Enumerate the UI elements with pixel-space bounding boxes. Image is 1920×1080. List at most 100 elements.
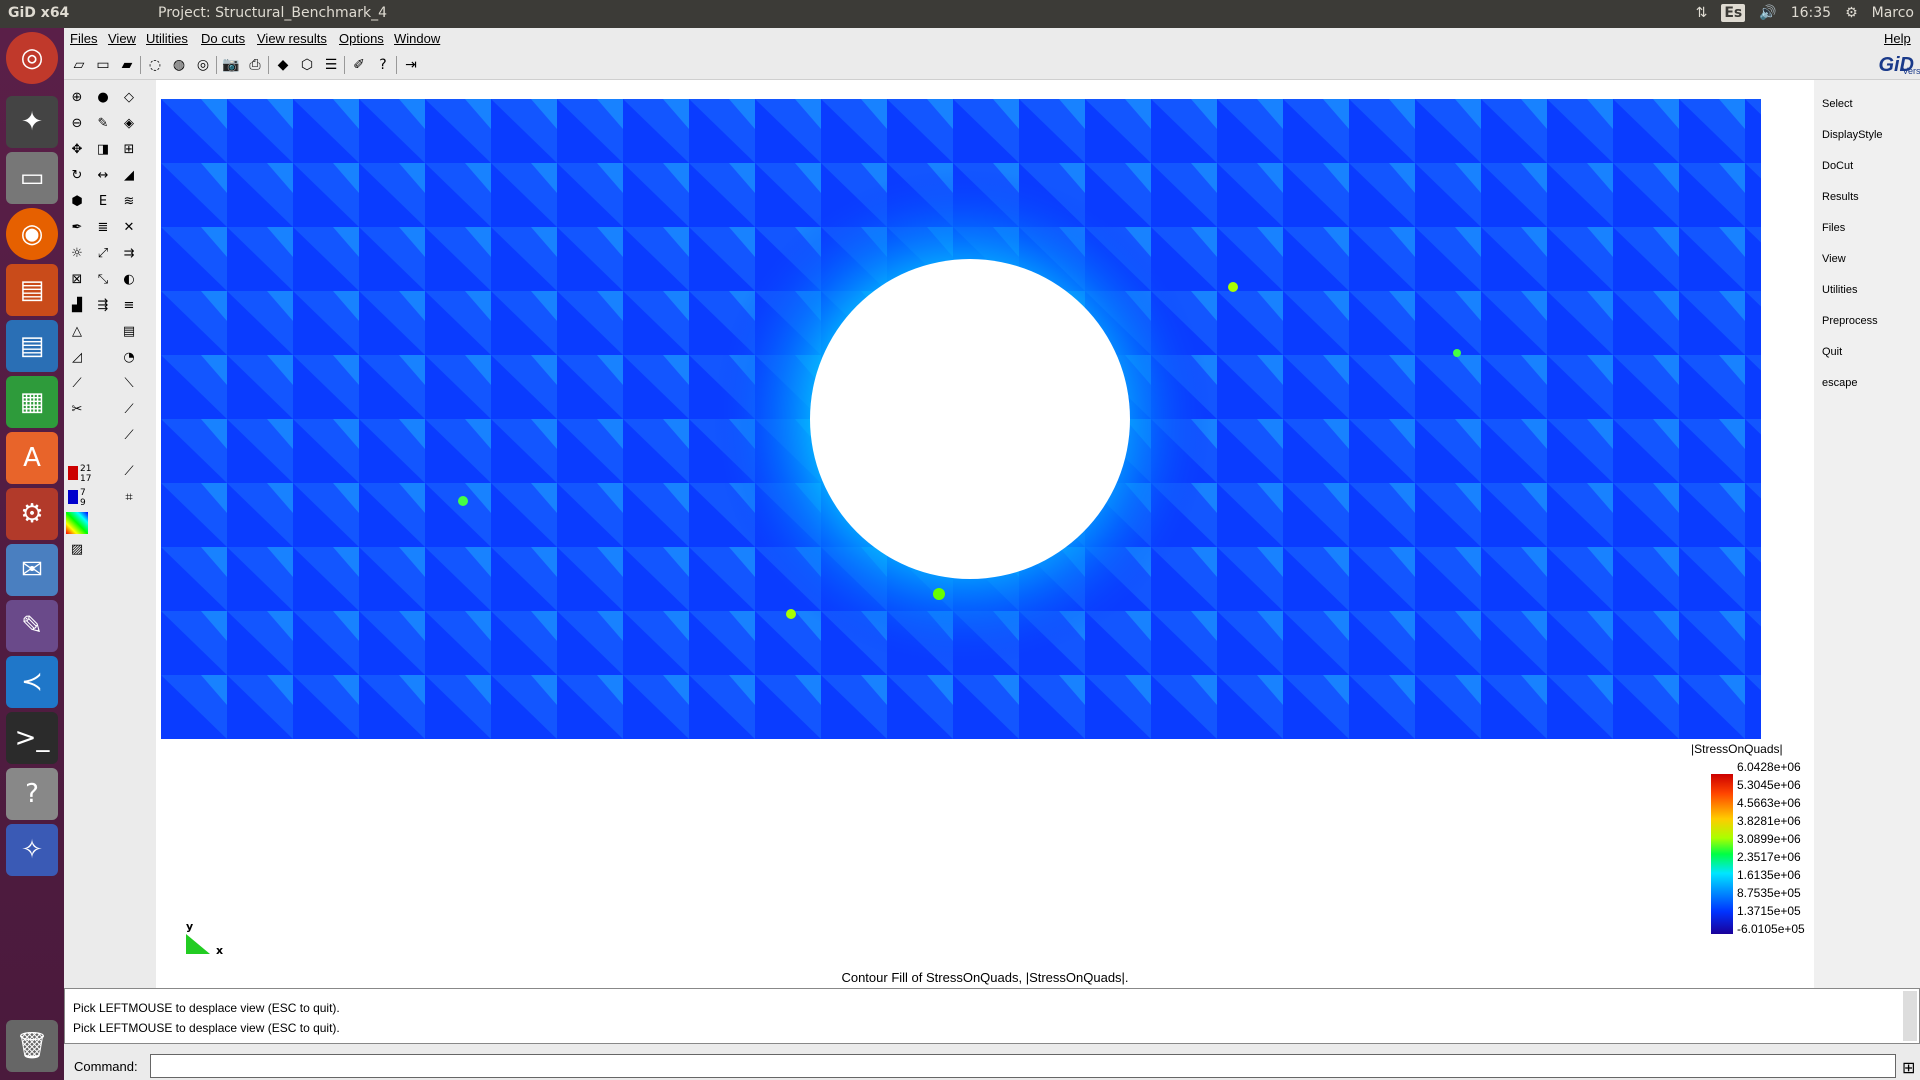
menu-utilities[interactable]: Utilities — [146, 31, 188, 46]
zoom-in-icon[interactable]: ⊕ — [66, 86, 88, 108]
xy-axes-icon[interactable]: ⤡ — [92, 268, 114, 290]
open-icon[interactable]: ▭ — [92, 55, 114, 75]
zoom-out-icon[interactable]: ⊖ — [66, 112, 88, 134]
edit-icon[interactable]: ✐ — [348, 55, 370, 75]
render-icon[interactable]: ◎ — [192, 55, 214, 75]
color-map-icon[interactable]: ◆ — [272, 55, 294, 75]
graph-settings-icon[interactable]: ⟋ — [118, 460, 140, 482]
dimension-icon[interactable]: ↔ — [92, 164, 114, 186]
keyboard-layout-indicator[interactable]: Es — [1721, 4, 1746, 22]
rmenu-results[interactable]: Results — [1822, 191, 1859, 203]
rmenu-docut[interactable]: DoCut — [1822, 160, 1853, 172]
list-icon[interactable]: ≣ — [92, 216, 114, 238]
color-scale-icon[interactable] — [66, 512, 88, 534]
cut-plane-icon[interactable]: ◨ — [92, 138, 114, 160]
writer-icon[interactable]: ▤ — [6, 320, 58, 372]
zoom-frame-icon[interactable]: ◌ — [144, 55, 166, 75]
mesh-view-icon[interactable]: ◇ — [118, 86, 140, 108]
mesh-icon[interactable]: ⬡ — [296, 55, 318, 75]
rmenu-preprocess[interactable]: Preprocess — [1822, 315, 1878, 327]
smooth-contour-icon[interactable]: ◐ — [118, 268, 140, 290]
graphics-viewport[interactable]: |StressOnQuads| 6.0428e+06 5.3045e+06 4.… — [156, 80, 1814, 988]
layers-icon[interactable]: ☰ — [320, 55, 342, 75]
new-icon[interactable]: ▱ — [68, 55, 90, 75]
ubuntu-dash-icon[interactable]: ◎ — [6, 32, 58, 84]
menu-options[interactable]: Options — [339, 31, 384, 46]
console-scrollbar[interactable] — [1903, 991, 1917, 1041]
contour-fill-icon[interactable]: ◈ — [118, 112, 140, 134]
firefox-icon[interactable]: ◉ — [6, 208, 58, 260]
rmenu-utilities[interactable]: Utilities — [1822, 284, 1857, 296]
print-icon[interactable]: ⎙ — [244, 55, 266, 75]
help-icon[interactable]: ? — [6, 768, 58, 820]
rotate-icon[interactable]: ↻ — [66, 164, 88, 186]
expand-icon[interactable]: ⊞ — [1902, 1058, 1915, 1077]
menu-help[interactable]: Help — [1884, 31, 1911, 46]
question-icon[interactable]: ? — [372, 55, 394, 75]
vscode-icon[interactable]: ≺ — [6, 656, 58, 708]
rmenu-view[interactable]: View — [1822, 253, 1846, 265]
max-color-swatch — [68, 466, 78, 480]
menu-window[interactable]: Window — [394, 31, 440, 46]
clock[interactable]: 16:35 — [1791, 5, 1831, 21]
label-icon[interactable]: E — [92, 190, 114, 212]
contour-plot[interactable] — [161, 99, 1761, 739]
command-input[interactable] — [150, 1054, 1896, 1078]
vectors-icon[interactable]: ⇉ — [118, 242, 140, 264]
rmenu-escape[interactable]: escape — [1822, 377, 1857, 389]
sphere-icon[interactable]: ⬢ — [66, 190, 88, 212]
mail-icon[interactable]: ✉ — [6, 544, 58, 596]
network-icon[interactable]: ⇅ — [1696, 5, 1708, 21]
gear-icon[interactable]: ⚙ — [1845, 5, 1858, 21]
gid-app-icon[interactable]: ✦ — [6, 96, 58, 148]
volume-icon[interactable]: 🔊 — [1759, 5, 1776, 21]
spreadsheet-icon[interactable]: ▦ — [6, 376, 58, 428]
user-name[interactable]: Marco — [1872, 5, 1914, 21]
layer-color-icon[interactable]: ▤ — [118, 320, 140, 342]
graph-icon[interactable]: ▟ — [66, 294, 88, 316]
rmenu-displaystyle[interactable]: DisplayStyle — [1822, 129, 1883, 141]
save-icon[interactable]: ▰ — [116, 55, 138, 75]
contour-lines-icon[interactable]: ◢ — [118, 164, 140, 186]
rmenu-files[interactable]: Files — [1822, 222, 1845, 234]
camera-icon[interactable]: 📷 — [220, 55, 242, 75]
light-icon[interactable]: ☼ — [66, 242, 88, 264]
menu-view[interactable]: View — [108, 31, 136, 46]
arrows-icon[interactable]: ⇶ — [92, 294, 114, 316]
polygon-icon[interactable]: ◿ — [66, 346, 88, 368]
exit-icon[interactable]: ⇥ — [400, 55, 422, 75]
pan-icon[interactable]: ✥ — [66, 138, 88, 160]
graph-xy-icon[interactable]: ⟋ — [118, 398, 140, 420]
triangle-icon[interactable]: △ — [66, 320, 88, 342]
legend-icon[interactable]: ▨ — [66, 538, 88, 560]
terminal-icon[interactable]: >_ — [6, 712, 58, 764]
iso-lines-icon[interactable]: ≋ — [118, 190, 140, 212]
software-center-icon[interactable]: A — [6, 432, 58, 484]
graph-point-icon[interactable]: ⟍ — [118, 372, 140, 394]
trash-icon[interactable]: 🗑 — [6, 1020, 58, 1072]
menu-view-results[interactable]: View results — [257, 31, 327, 46]
rmenu-quit[interactable]: Quit — [1822, 346, 1842, 358]
files-icon[interactable]: ▭ — [6, 152, 58, 204]
gid-post-icon[interactable]: ✧ — [6, 824, 58, 876]
deformation-icon[interactable]: ✕ — [118, 216, 140, 238]
box-icon[interactable]: ⊠ — [66, 268, 88, 290]
scissors-icon[interactable]: ✂ — [66, 398, 88, 420]
edit-result-icon[interactable]: ✎ — [92, 112, 114, 134]
settings-icon[interactable]: ⚙ — [6, 488, 58, 540]
stream-lines-icon[interactable]: ≡ — [118, 294, 140, 316]
section-icon[interactable]: ⊞ — [118, 138, 140, 160]
menu-do-cuts[interactable]: Do cuts — [201, 31, 245, 46]
inkscape-icon[interactable]: ✎ — [6, 600, 58, 652]
point-icon[interactable]: ● — [92, 86, 114, 108]
coordinates-icon[interactable]: ⤢ — [92, 242, 114, 264]
rmenu-select[interactable]: Select — [1822, 98, 1853, 110]
graph-line-icon[interactable]: ⟋ — [66, 372, 88, 394]
redraw-icon[interactable]: ◍ — [168, 55, 190, 75]
graph-options-icon[interactable]: ⌗ — [118, 486, 140, 508]
presentation-icon[interactable]: ▤ — [6, 264, 58, 316]
picker-icon[interactable]: ✒ — [66, 216, 88, 238]
menu-files[interactable]: Files — [70, 31, 97, 46]
surface-icon[interactable]: ◔ — [118, 346, 140, 368]
graph-border-icon[interactable]: ⟋ — [118, 424, 140, 446]
